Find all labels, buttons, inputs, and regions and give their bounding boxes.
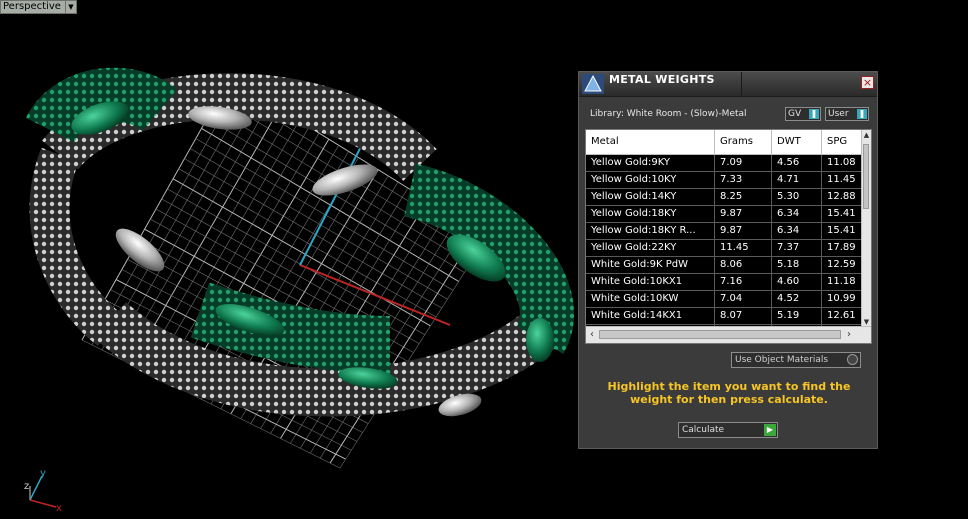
- gv-toggle[interactable]: GV ❚: [785, 107, 821, 121]
- user-toggle-label: User: [828, 109, 849, 119]
- cell-dwt: 4.56: [772, 155, 822, 171]
- cell-dwt: 4.71: [772, 172, 822, 188]
- gem-stone: [526, 318, 554, 362]
- cell-spg: 10.99: [822, 291, 863, 307]
- scroll-thumb[interactable]: [599, 330, 841, 339]
- cell-metal: Yellow Gold:22KY: [586, 240, 715, 256]
- table-row[interactable]: Yellow Gold:9KY 7.09 4.56 11.08: [586, 155, 863, 172]
- axis-z-label: z: [24, 481, 29, 492]
- cell-dwt: 4.60: [772, 274, 822, 290]
- column-header-dwt[interactable]: DWT: [772, 130, 822, 154]
- app-logo-icon: [582, 74, 604, 94]
- close-button[interactable]: ×: [861, 76, 874, 89]
- cell-grams: 8.07: [715, 308, 772, 324]
- gem-stone: [115, 228, 165, 272]
- cell-dwt: 5.30: [772, 189, 822, 205]
- cell-spg: 15.41: [822, 223, 863, 239]
- library-label: Library: White Room - (Slow)-Metal: [590, 109, 747, 119]
- cell-grams: 7.16: [715, 274, 772, 290]
- viewport-label-menu[interactable]: Perspective ▼: [0, 0, 77, 14]
- table-body: Yellow Gold:9KY 7.09 4.56 11.08 Yellow Gold:…: [586, 155, 863, 342]
- cell-metal: Yellow Gold:10KY: [586, 172, 715, 188]
- cell-dwt: 4.52: [772, 291, 822, 307]
- cell-grams: 8.06: [715, 257, 772, 273]
- scroll-left-icon[interactable]: ‹: [586, 327, 598, 343]
- cell-metal: White Gold:9K PdW: [586, 257, 715, 273]
- table-row[interactable]: Yellow Gold:18KY 9.87 6.34 15.41: [586, 206, 863, 223]
- pause-icon: ❚: [857, 109, 867, 119]
- cell-metal: Yellow Gold:14KY: [586, 189, 715, 205]
- calculate-label: Calculate: [682, 425, 725, 435]
- cell-spg: 11.18: [822, 274, 863, 290]
- column-header-metal[interactable]: Metal: [586, 130, 715, 154]
- cell-spg: 11.08: [822, 155, 863, 171]
- cell-grams: 9.87: [715, 223, 772, 239]
- metal-table[interactable]: Metal Grams DWT SPG Yellow Gold:9KY 7.09 4…: [585, 129, 872, 344]
- cell-spg: 12.59: [822, 257, 863, 273]
- cell-spg: 17.89: [822, 240, 863, 256]
- cell-grams: 7.04: [715, 291, 772, 307]
- title-divider: [741, 72, 742, 96]
- cell-dwt: 5.19: [772, 308, 822, 324]
- instruction-text: Highlight the item you want to find the …: [607, 380, 851, 406]
- table-row[interactable]: White Gold:14KX1 8.07 5.19 12.61: [586, 308, 863, 325]
- scroll-up-icon[interactable]: ▲: [862, 130, 871, 140]
- cell-grams: 7.09: [715, 155, 772, 171]
- scroll-thumb[interactable]: [863, 144, 869, 209]
- cell-grams: 7.33: [715, 172, 772, 188]
- cell-spg: 11.45: [822, 172, 863, 188]
- table-row[interactable]: White Gold:10KX1 7.16 4.60 11.18: [586, 274, 863, 291]
- cell-dwt: 6.34: [772, 223, 822, 239]
- cell-grams: 8.25: [715, 189, 772, 205]
- axis-gizmo: y z x: [24, 468, 62, 514]
- cell-metal: White Gold:10KX1: [586, 274, 715, 290]
- pause-icon: ❚: [809, 109, 819, 119]
- axis-y-label: y: [40, 468, 46, 479]
- cell-dwt: 6.34: [772, 206, 822, 222]
- table-row[interactable]: White Gold:9K PdW 8.06 5.18 12.59: [586, 257, 863, 274]
- cell-spg: 12.61: [822, 308, 863, 324]
- column-header-spg[interactable]: SPG: [822, 130, 863, 154]
- table-row[interactable]: Yellow Gold:10KY 7.33 4.71 11.45: [586, 172, 863, 189]
- use-object-materials-label: Use Object Materials: [735, 355, 829, 365]
- cell-metal: Yellow Gold:18KY: [586, 206, 715, 222]
- table-row[interactable]: Yellow Gold:18KY R... 9.87 6.34 15.41: [586, 223, 863, 240]
- panel-title: METAL WEIGHTS: [609, 73, 715, 86]
- viewport-label-text: Perspective: [3, 1, 61, 12]
- metal-weights-panel: METAL WEIGHTS × Library: White Room - (S…: [578, 71, 878, 449]
- table-row[interactable]: Yellow Gold:14KY 8.25 5.30 12.88: [586, 189, 863, 206]
- cell-grams: 11.45: [715, 240, 772, 256]
- gv-toggle-label: GV: [788, 109, 802, 119]
- cell-metal: Yellow Gold:18KY R...: [586, 223, 715, 239]
- table-row[interactable]: White Gold:10KW 7.04 4.52 10.99: [586, 291, 863, 308]
- cell-metal: White Gold:14KX1: [586, 308, 715, 324]
- cell-dwt: 7.37: [772, 240, 822, 256]
- user-toggle[interactable]: User ❚: [825, 107, 869, 121]
- cell-spg: 15.41: [822, 206, 863, 222]
- table-row[interactable]: Yellow Gold:22KY 11.45 7.37 17.89: [586, 240, 863, 257]
- cell-dwt: 5.18: [772, 257, 822, 273]
- play-icon[interactable]: ▶: [764, 424, 776, 436]
- calculate-button[interactable]: Calculate ▶: [678, 422, 778, 438]
- radio-icon[interactable]: [847, 354, 858, 365]
- cell-metal: Yellow Gold:9KY: [586, 155, 715, 171]
- cell-metal: White Gold:10KW: [586, 291, 715, 307]
- vertical-scrollbar[interactable]: ▲ ▼: [861, 130, 871, 327]
- column-header-grams[interactable]: Grams: [715, 130, 772, 154]
- horizontal-scrollbar[interactable]: ‹ ›: [586, 326, 871, 343]
- cell-spg: 12.88: [822, 189, 863, 205]
- axis-x-label: x: [56, 503, 62, 514]
- scroll-right-icon[interactable]: ›: [843, 327, 855, 343]
- table-header: Metal Grams DWT SPG: [586, 130, 863, 155]
- cell-grams: 9.87: [715, 206, 772, 222]
- panel-titlebar[interactable]: METAL WEIGHTS ×: [579, 72, 877, 97]
- dropdown-arrow-icon[interactable]: ▼: [64, 1, 76, 13]
- bangle-model[interactable]: [25, 67, 574, 421]
- use-object-materials-toggle[interactable]: Use Object Materials: [731, 352, 861, 368]
